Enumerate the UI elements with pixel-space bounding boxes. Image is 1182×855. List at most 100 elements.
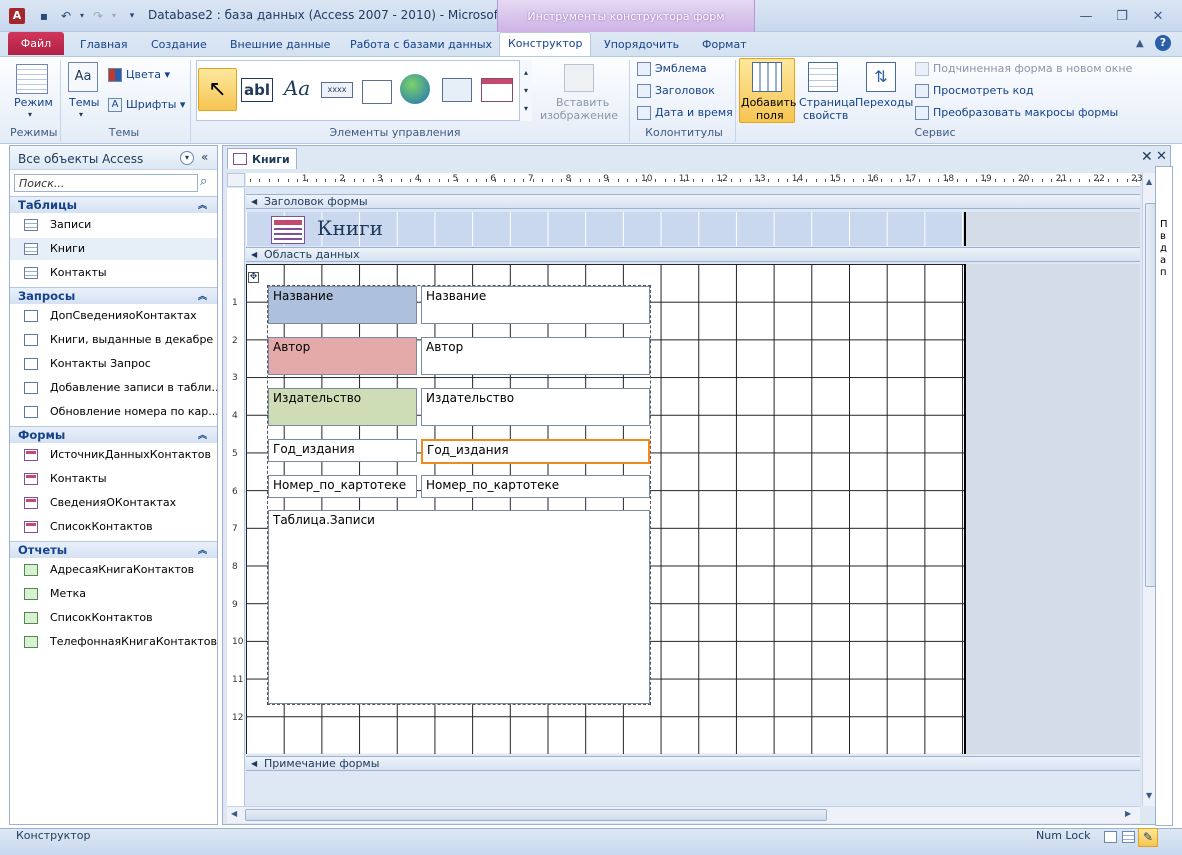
nav-item-form[interactable]: СведенияОКонтактах: [10, 492, 217, 514]
property-sheet-button[interactable]: Страница: [799, 96, 855, 109]
nav-item-query[interactable]: Книги, выданные в декабре ...: [10, 329, 217, 351]
document-tab-books[interactable]: Книги: [227, 148, 297, 169]
close-icon[interactable]: ✕: [1147, 8, 1169, 26]
property-sheet-collapsed[interactable]: Пвдап: [1155, 166, 1173, 826]
tab-create[interactable]: Создание: [143, 34, 215, 56]
undo-dropdown-icon[interactable]: ▾: [74, 8, 90, 24]
field-label-name[interactable]: Название: [268, 286, 417, 324]
textbox-control-icon[interactable]: abl: [241, 78, 273, 102]
view-button[interactable]: Режим: [14, 96, 53, 109]
field-label-author[interactable]: Автор: [268, 337, 417, 375]
nav-item-report[interactable]: Метка: [10, 583, 217, 605]
minimize-icon[interactable]: —: [1075, 8, 1097, 26]
layout-view-icon[interactable]: [1122, 831, 1135, 843]
customize-qat-icon[interactable]: ▾: [124, 8, 140, 24]
layout-move-handle-icon[interactable]: ✥: [248, 272, 259, 283]
redo-dropdown-icon[interactable]: ▾: [106, 8, 122, 24]
minimize-ribbon-icon[interactable]: ▲: [1136, 38, 1144, 49]
nav-menu-icon[interactable]: ▾: [180, 151, 194, 165]
fonts-button[interactable]: A Шрифты ▾: [108, 98, 185, 112]
tab-home[interactable]: Главная: [72, 34, 136, 56]
nav-collapse-icon[interactable]: «: [201, 150, 208, 164]
field-textbox-name[interactable]: Название: [421, 286, 650, 324]
title-button[interactable]: Заголовок: [637, 84, 715, 98]
gallery-scroll[interactable]: ▴ ▾ ▾: [519, 60, 532, 121]
nav-search-input[interactable]: Поиск...: [14, 174, 198, 192]
nav-item-table[interactable]: Книги: [10, 238, 217, 260]
ruler-top-tick: 17: [904, 174, 917, 184]
nav-item-query[interactable]: Обновление номера по кар...: [10, 401, 217, 423]
close-property-sheet-icon[interactable]: ✕: [1156, 149, 1167, 164]
save-icon[interactable]: ▪: [36, 8, 52, 24]
tab-external-data[interactable]: Внешние данные: [222, 34, 338, 56]
navigation-control-icon[interactable]: [481, 78, 513, 102]
tab-file[interactable]: Файл: [8, 32, 64, 55]
subform-records[interactable]: Таблица.Записи: [268, 510, 650, 704]
themes-button[interactable]: Темы: [69, 96, 99, 109]
detail-section-bar[interactable]: Область данных: [246, 247, 1140, 262]
nav-item-query[interactable]: Добавление записи в табли...: [10, 377, 217, 399]
nav-item-report[interactable]: ТелефоннаяКнигаКонтактов: [10, 631, 217, 653]
themes-dropdown-icon[interactable]: ▾: [79, 110, 83, 119]
nav-group-queries[interactable]: Запросы ︽: [10, 287, 217, 304]
design-view-icon[interactable]: ✎: [1138, 828, 1158, 847]
help-icon[interactable]: ?: [1155, 35, 1171, 51]
field-textbox-publisher[interactable]: Издательство: [421, 388, 650, 426]
button-control-icon[interactable]: xxxx: [321, 82, 353, 98]
search-icon[interactable]: ⌕: [200, 174, 207, 189]
subform-new-window-button[interactable]: Подчиненная форма в новом окне: [915, 62, 1132, 76]
tab-database-tools[interactable]: Работа с базами данных: [342, 34, 500, 56]
nav-item-table[interactable]: Записи: [10, 214, 217, 236]
field-textbox-card-number[interactable]: Номер_по_картотеке: [421, 475, 650, 498]
tab-control-icon[interactable]: [362, 80, 392, 104]
field-textbox-year[interactable]: Год_издания: [421, 439, 650, 464]
nav-item-report[interactable]: СписокКонтактов: [10, 607, 217, 629]
insert-image-button[interactable]: Вставить: [556, 96, 609, 109]
nav-item-table[interactable]: Контакты: [10, 262, 217, 284]
tab-design[interactable]: Конструктор: [499, 32, 592, 56]
themes-icon[interactable]: Aa: [68, 62, 98, 92]
date-time-button[interactable]: Дата и время: [637, 106, 733, 120]
nav-item-query[interactable]: ДопСведенияоКонтактах: [10, 305, 217, 327]
nav-group-forms[interactable]: Формы ︽: [10, 426, 217, 443]
redo-icon[interactable]: ↷: [90, 8, 106, 24]
view-icon[interactable]: [16, 64, 48, 94]
access-app-icon[interactable]: A: [9, 8, 25, 24]
colors-button[interactable]: Цвета ▾: [108, 68, 170, 82]
nav-item-report[interactable]: АдресаяКнигаКонтактов: [10, 559, 217, 581]
web-browser-control-icon[interactable]: [442, 78, 472, 102]
property-sheet-icon[interactable]: [808, 62, 838, 92]
view-code-button[interactable]: Просмотреть код: [915, 84, 1034, 98]
field-textbox-author[interactable]: Автор: [421, 337, 650, 375]
tab-arrange[interactable]: Упорядочить: [596, 34, 687, 56]
nav-item-form[interactable]: Контакты: [10, 468, 217, 490]
nav-item-form[interactable]: ИсточникДанныхКонтактов: [10, 444, 217, 466]
tab-order-button[interactable]: Переходы: [855, 96, 913, 109]
horizontal-scrollbar[interactable]: ◀ ▶: [227, 806, 1140, 823]
form-header-section-bar[interactable]: Заголовок формы: [246, 194, 1140, 209]
logo-button[interactable]: Эмблема: [637, 62, 707, 76]
hyperlink-control-icon[interactable]: [400, 74, 430, 104]
tab-format[interactable]: Формат: [694, 34, 755, 56]
view-dropdown-icon[interactable]: ▾: [28, 110, 32, 119]
restore-icon[interactable]: ❐: [1111, 8, 1133, 26]
field-label-publisher[interactable]: Издательство: [268, 388, 417, 426]
field-label-year[interactable]: Год_издания: [268, 439, 417, 462]
form-footer-section-bar[interactable]: Примечание формы: [246, 756, 1140, 771]
nav-item-query[interactable]: Контакты Запрос: [10, 353, 217, 375]
nav-item-form[interactable]: СписокКонтактов: [10, 516, 217, 538]
label-control-icon[interactable]: Aa: [281, 72, 313, 104]
form-selector[interactable]: [227, 173, 245, 187]
close-document-icon[interactable]: ✕: [1141, 149, 1153, 165]
form-logo-icon[interactable]: [271, 216, 305, 244]
convert-macros-button[interactable]: Преобразовать макросы формы: [915, 106, 1118, 120]
field-label-card-number[interactable]: Номер_по_картотеке: [268, 475, 417, 498]
undo-icon[interactable]: ↶: [58, 8, 74, 24]
select-pointer-icon[interactable]: ↖: [198, 68, 237, 111]
nav-group-tables[interactable]: Таблицы ︽: [10, 196, 217, 213]
tab-order-icon[interactable]: ⇅: [866, 62, 896, 92]
nav-group-reports[interactable]: Отчеты ︽: [10, 541, 217, 558]
form-title-label[interactable]: Книги: [317, 216, 383, 240]
form-view-icon[interactable]: [1104, 831, 1117, 843]
insert-image-icon[interactable]: [564, 64, 594, 92]
